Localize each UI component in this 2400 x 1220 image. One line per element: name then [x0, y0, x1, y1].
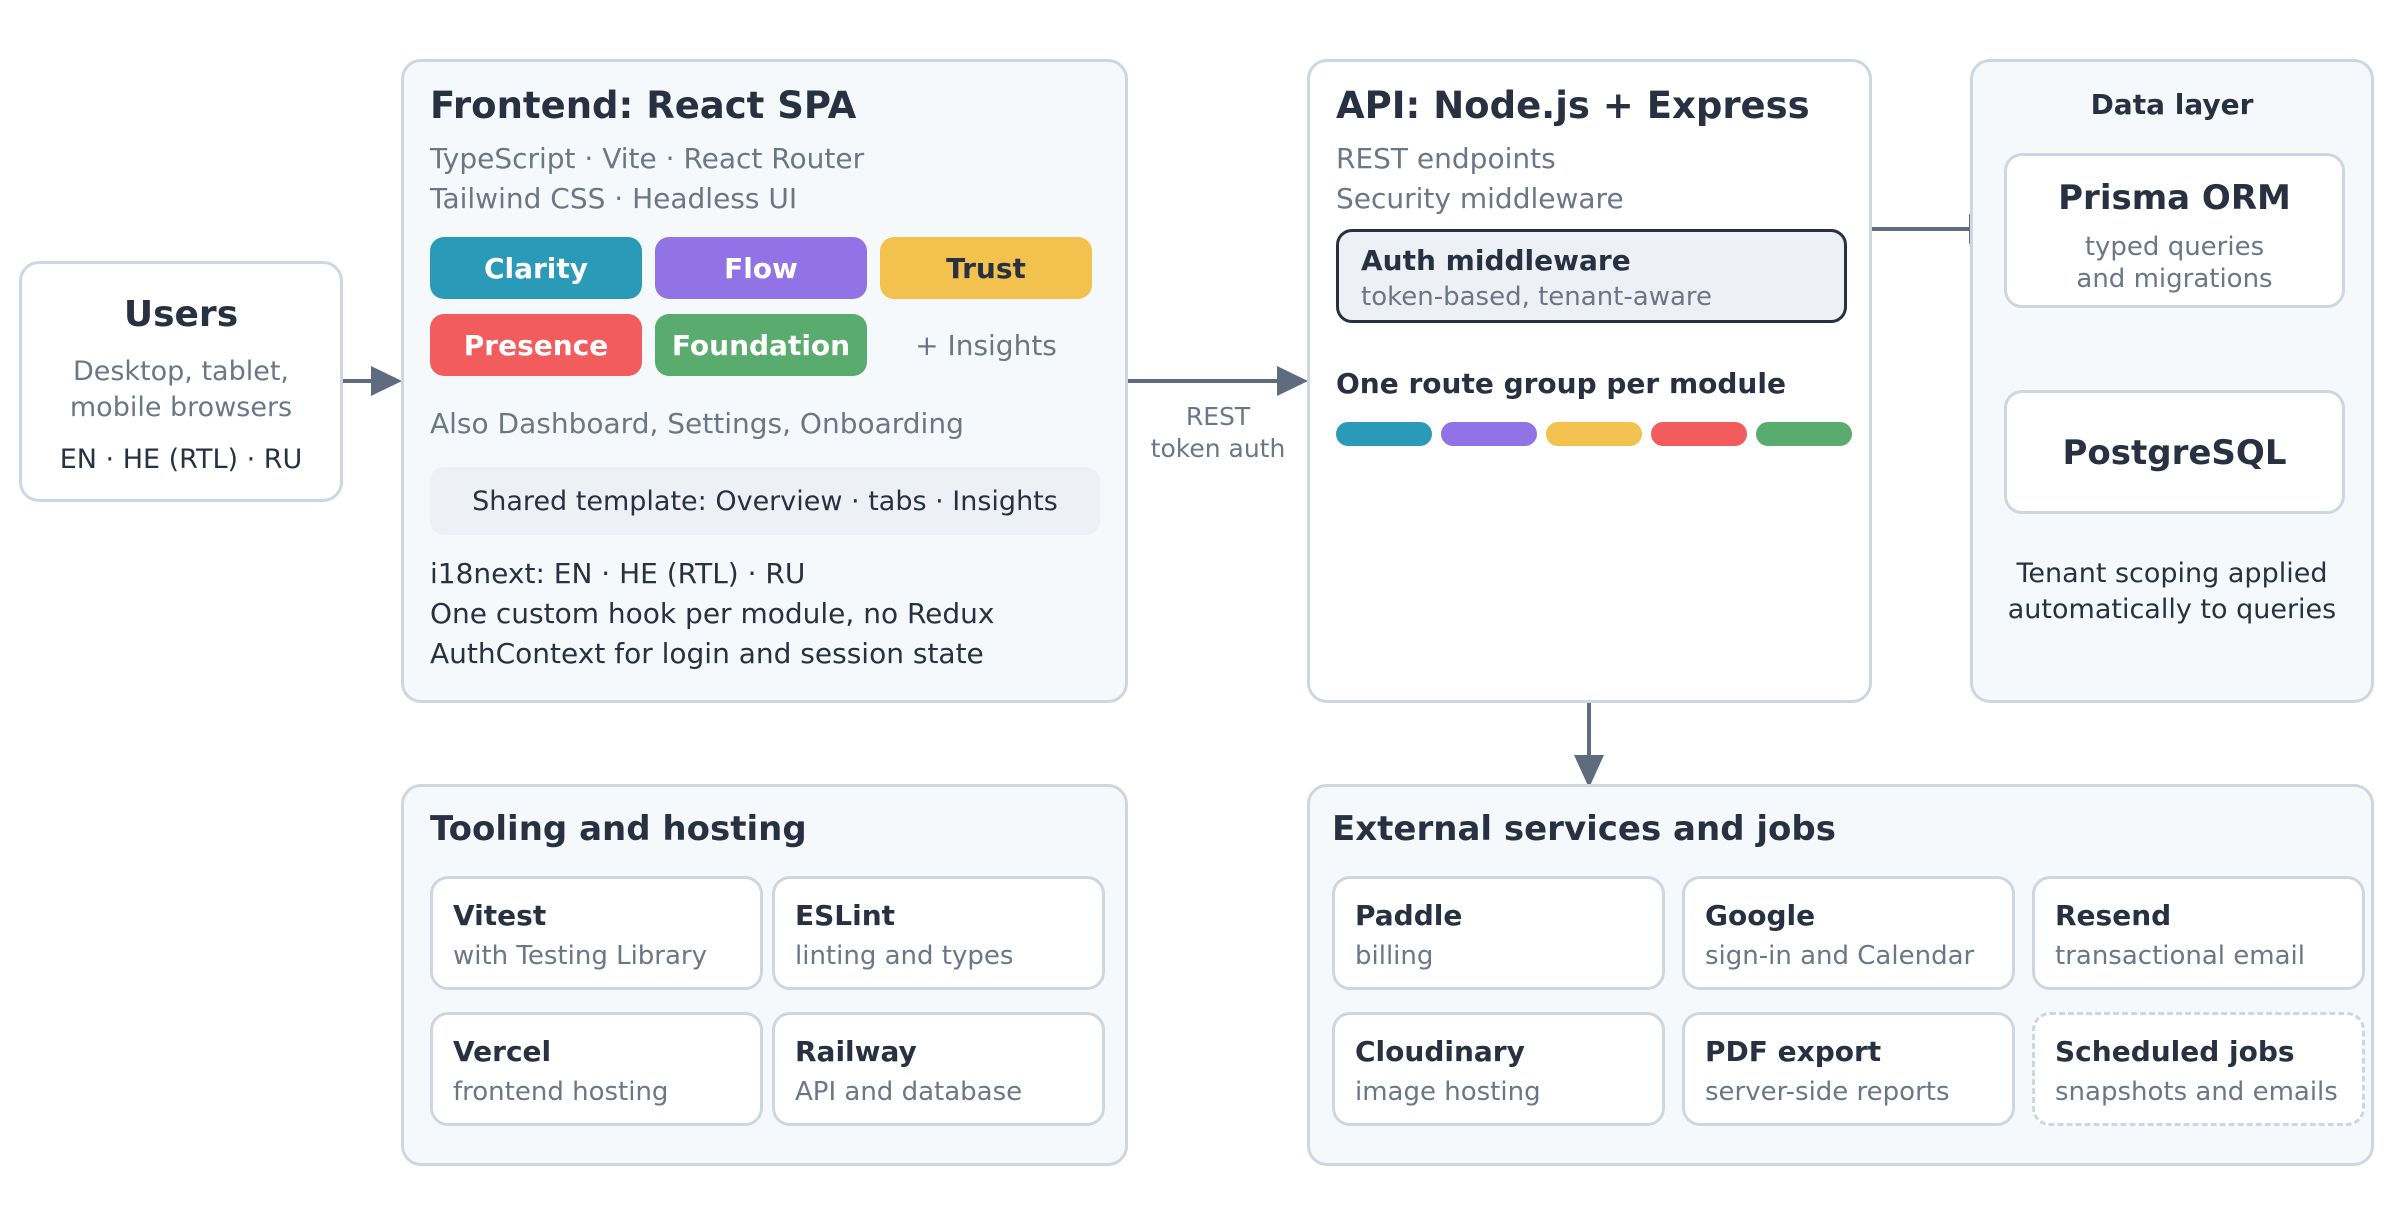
frontend-box: Frontend: React SPA TypeScript · Vite · …	[401, 59, 1128, 703]
prisma-box: Prisma ORM typed queries and migrations	[2004, 153, 2345, 308]
api-title: API: Node.js + Express	[1336, 84, 1810, 127]
users-desc-line2: mobile browsers	[69, 392, 293, 423]
service-card-title: Resend	[2055, 899, 2172, 932]
tool-card-desc: linting and types	[795, 941, 1014, 971]
service-card-desc: billing	[1355, 941, 1434, 971]
prisma-desc-line1: typed queries	[2084, 232, 2265, 262]
module-insights-label: + Insights	[915, 329, 1057, 362]
module-pill-foundation: Foundation	[655, 314, 867, 376]
frontend-hook-note: One custom hook per module, no Redux	[430, 597, 995, 630]
external-services-title: External services and jobs	[1332, 809, 1836, 849]
service-card-scheduled-jobs: Scheduled jobs snapshots and emails	[2032, 1012, 2365, 1126]
tooling-title: Tooling and hosting	[430, 809, 807, 849]
service-card-cloudinary: Cloudinary image hosting	[1332, 1012, 1665, 1126]
tool-card-railway: Railway API and database	[772, 1012, 1105, 1126]
service-card-title: Paddle	[1355, 899, 1463, 932]
frontend-stack-line2: Tailwind CSS · Headless UI	[430, 182, 798, 215]
users-box: Users Desktop, tablet, mobile browsers E…	[19, 261, 343, 502]
route-bar-flow	[1441, 422, 1537, 446]
service-card-title: PDF export	[1705, 1035, 1882, 1068]
service-card-desc: image hosting	[1355, 1077, 1541, 1107]
service-card-pdf-export: PDF export server-side reports	[1682, 1012, 2015, 1126]
frontend-auth-context: AuthContext for login and session state	[430, 637, 984, 670]
tool-card-desc: with Testing Library	[453, 941, 708, 971]
postgres-title: PostgreSQL	[2062, 433, 2287, 473]
module-pill-clarity: Clarity	[430, 237, 642, 299]
service-card-desc: snapshots and emails	[2055, 1077, 2338, 1107]
api-security: Security middleware	[1336, 182, 1624, 215]
module-pill-trust: Trust	[880, 237, 1092, 299]
service-card-title: Scheduled jobs	[2055, 1035, 2295, 1068]
module-pill-presence: Presence	[430, 314, 642, 376]
frontend-title: Frontend: React SPA	[430, 84, 857, 127]
data-layer-title: Data layer	[2090, 88, 2254, 121]
auth-middleware-title: Auth middleware	[1361, 244, 1631, 277]
tool-card-title: Railway	[795, 1035, 917, 1068]
shared-template-label: Shared template: Overview · tabs · Insig…	[472, 485, 1058, 517]
arrowhead-frontend-api	[1277, 366, 1308, 396]
postgres-box: PostgreSQL	[2004, 390, 2345, 514]
module-pill-label: Flow	[724, 251, 798, 285]
api-box: API: Node.js + Express REST endpoints Se…	[1307, 59, 1872, 703]
route-bar-trust	[1546, 422, 1642, 446]
tool-card-desc: API and database	[795, 1077, 1023, 1107]
frontend-i18n: i18next: EN · HE (RTL) · RU	[430, 557, 806, 590]
edge-label-token-auth: token auth	[1150, 434, 1286, 463]
prisma-title: Prisma ORM	[2058, 178, 2291, 218]
service-card-google: Google sign-in and Calendar	[1682, 876, 2015, 990]
auth-middleware-desc: token-based, tenant-aware	[1361, 282, 1712, 312]
tenant-scoping-line1: Tenant scoping applied	[2016, 558, 2328, 589]
prisma-desc-line2: and migrations	[2076, 264, 2273, 294]
edge-label-rest: REST	[1185, 402, 1251, 431]
users-title: Users	[123, 294, 239, 335]
service-card-desc: transactional email	[2055, 941, 2305, 971]
shared-template-bar: Shared template: Overview · tabs · Insig…	[430, 467, 1100, 535]
module-pill-label: Presence	[463, 328, 609, 362]
service-card-desc: sign-in and Calendar	[1705, 941, 1975, 971]
tool-card-title: Vercel	[453, 1035, 552, 1068]
service-card-resend: Resend transactional email	[2032, 876, 2365, 990]
tool-card-title: Vitest	[453, 899, 547, 932]
module-pill-label: Clarity	[483, 251, 589, 285]
api-endpoints: REST endpoints	[1336, 142, 1556, 175]
arrowhead-users-frontend	[371, 366, 402, 396]
service-card-title: Cloudinary	[1355, 1035, 1525, 1068]
frontend-stack-line1: TypeScript · Vite · React Router	[430, 142, 865, 175]
service-card-paddle: Paddle billing	[1332, 876, 1665, 990]
tenant-scoping-line2: automatically to queries	[2007, 594, 2337, 625]
tool-card-title: ESLint	[795, 899, 896, 932]
route-bar-clarity	[1336, 422, 1432, 446]
route-bar-presence	[1651, 422, 1747, 446]
tool-card-vitest: Vitest with Testing Library	[430, 876, 763, 990]
auth-middleware-box: Auth middleware token-based, tenant-awar…	[1336, 229, 1847, 323]
service-card-desc: server-side reports	[1705, 1077, 1950, 1107]
external-services-box: External services and jobs Paddle billin…	[1307, 784, 2374, 1166]
module-pill-label: Foundation	[671, 328, 851, 362]
service-card-title: Google	[1705, 899, 1816, 932]
tool-card-desc: frontend hosting	[453, 1077, 669, 1107]
tooling-box: Tooling and hosting Vitest with Testing …	[401, 784, 1128, 1166]
users-languages: EN · HE (RTL) · RU	[59, 444, 303, 475]
data-layer-box: Data layer Prisma ORM typed queries and …	[1970, 59, 2374, 703]
tool-card-vercel: Vercel frontend hosting	[430, 1012, 763, 1126]
module-pill-flow: Flow	[655, 237, 867, 299]
route-group-label: One route group per module	[1336, 367, 1786, 400]
route-bar-foundation	[1756, 422, 1852, 446]
module-pill-label: Trust	[946, 251, 1026, 285]
users-desc-line1: Desktop, tablet,	[72, 356, 290, 387]
tool-card-eslint: ESLint linting and types	[772, 876, 1105, 990]
frontend-also-pages: Also Dashboard, Settings, Onboarding	[430, 407, 964, 440]
